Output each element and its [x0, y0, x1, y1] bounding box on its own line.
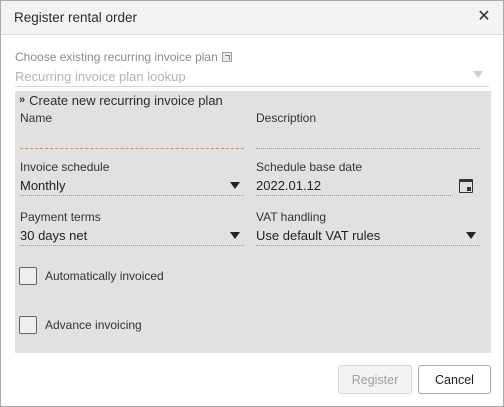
existing-plan-label: Choose existing recurring invoice plan: [15, 50, 218, 64]
payment-terms-select[interactable]: 30 days net: [20, 226, 244, 246]
payment-terms-value: 30 days net: [20, 228, 88, 243]
chevron-down-icon[interactable]: [473, 71, 483, 78]
description-field[interactable]: [256, 129, 480, 149]
new-plan-panel: » Create new recurring invoice plan Name…: [15, 91, 491, 353]
invoice-schedule-select[interactable]: Monthly: [20, 176, 244, 196]
dialog-title: Register rental order: [14, 10, 138, 25]
advance-invoicing-checkbox[interactable]: [19, 316, 37, 334]
name-label: Name: [20, 111, 53, 125]
auto-invoiced-row[interactable]: Automatically invoiced: [19, 267, 164, 285]
lookup-placeholder: Recurring invoice plan lookup: [15, 69, 186, 84]
register-rental-order-dialog: Register rental order ✕ Choose existing …: [0, 0, 504, 407]
vat-handling-value: Use default VAT rules: [256, 228, 381, 243]
advance-invoicing-row[interactable]: Advance invoicing: [19, 316, 142, 334]
new-plan-header-label: Create new recurring invoice plan: [29, 93, 223, 108]
chevron-down-icon[interactable]: [230, 182, 240, 189]
auto-invoiced-checkbox[interactable]: [19, 267, 37, 285]
auto-invoiced-label: Automatically invoiced: [45, 269, 164, 283]
double-chevron-down-icon[interactable]: »: [19, 95, 25, 106]
payment-terms-label: Payment terms: [20, 210, 101, 224]
schedule-base-date-label: Schedule base date: [256, 160, 363, 174]
invoice-schedule-label: Invoice schedule: [20, 160, 110, 174]
existing-plan-label-row: Choose existing recurring invoice plan: [15, 50, 232, 64]
calendar-icon[interactable]: [459, 179, 473, 193]
chevron-down-icon[interactable]: [466, 232, 476, 239]
register-button[interactable]: Register: [338, 365, 412, 394]
close-icon[interactable]: ✕: [475, 8, 493, 26]
vat-handling-label: VAT handling: [256, 210, 327, 224]
schedule-base-date-field[interactable]: 2022.01.12: [256, 176, 453, 196]
recurring-invoice-plan-lookup[interactable]: Recurring invoice plan lookup: [15, 67, 489, 87]
advance-invoicing-label: Advance invoicing: [45, 318, 142, 332]
schedule-base-date-value: 2022.01.12: [256, 178, 322, 193]
chevron-down-icon[interactable]: [230, 232, 240, 239]
vat-handling-select[interactable]: Use default VAT rules: [256, 226, 480, 246]
new-plan-header[interactable]: » Create new recurring invoice plan: [19, 93, 223, 108]
description-label: Description: [256, 111, 317, 125]
name-field[interactable]: [20, 129, 244, 149]
invoice-schedule-value: Monthly: [20, 178, 66, 193]
cancel-button[interactable]: Cancel: [418, 365, 491, 394]
dialog-titlebar: Register rental order ✕: [1, 1, 503, 35]
open-link-icon[interactable]: [221, 52, 232, 62]
